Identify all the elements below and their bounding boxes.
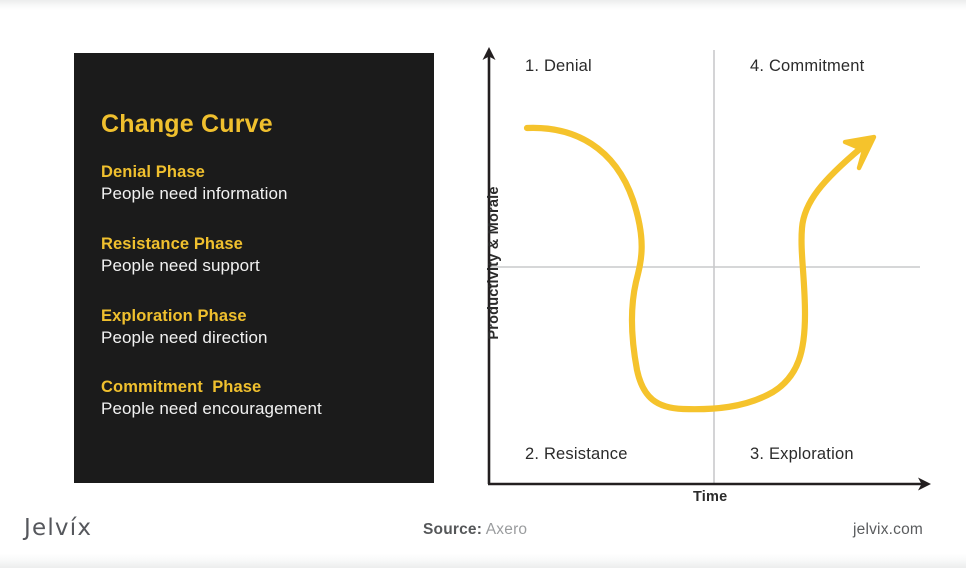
phase-item-exploration: Exploration Phase People need direction xyxy=(101,307,421,348)
phase-description: People need encouragement xyxy=(101,399,322,418)
phase-name: Commitment Phase xyxy=(101,378,262,396)
change-curve-chart xyxy=(455,30,955,510)
quadrant-label-exploration: 3. Exploration xyxy=(750,445,854,463)
phase-item-resistance: Resistance Phase People need support xyxy=(101,235,421,276)
phase-description: People need support xyxy=(101,256,260,275)
source-label: Source: xyxy=(423,521,483,538)
phase-name: Resistance Phase xyxy=(101,235,243,253)
y-axis-title: Productivity & Morale xyxy=(486,186,502,340)
phase-description: People need direction xyxy=(101,328,268,347)
change-curve-line xyxy=(523,124,865,413)
quadrant-label-commitment: 4. Commitment xyxy=(750,57,865,75)
jelvix-logo: Jelvíx xyxy=(24,515,93,541)
quadrant-label-resistance: 2. Resistance xyxy=(525,445,628,463)
phase-item-denial: Denial Phase People need information xyxy=(101,163,421,204)
phase-name: Denial Phase xyxy=(101,163,205,181)
phase-description: People need information xyxy=(101,184,288,203)
change-curve-panel: Change Curve Denial Phase People need in… xyxy=(74,53,434,483)
website-url: jelvix.com xyxy=(853,521,924,538)
source-attribution: Source: Axero xyxy=(423,521,527,539)
chart-svg xyxy=(482,47,931,491)
bottom-edge-band xyxy=(0,554,966,568)
infographic-canvas: Change Curve Denial Phase People need in… xyxy=(0,0,966,568)
top-edge-band xyxy=(0,0,966,10)
x-axis-title: Time xyxy=(693,489,728,505)
phase-item-commitment: Commitment Phase People need encourageme… xyxy=(101,378,421,419)
page-title: Change Curve xyxy=(101,110,273,138)
source-value: Axero xyxy=(485,521,528,538)
quadrant-label-denial: 1. Denial xyxy=(525,57,592,75)
phase-name: Exploration Phase xyxy=(101,307,247,325)
